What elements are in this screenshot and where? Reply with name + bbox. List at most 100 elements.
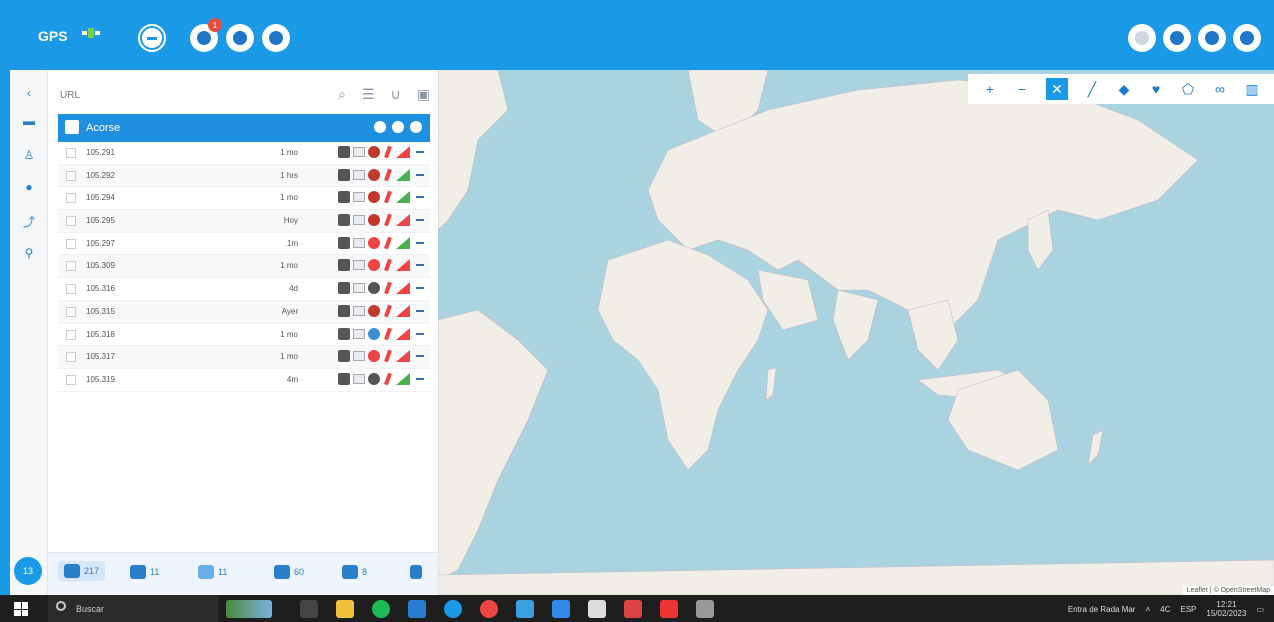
- driver-icon[interactable]: [338, 282, 350, 295]
- notifications-button[interactable]: 1: [190, 18, 222, 52]
- trailer-icon[interactable]: [353, 215, 365, 226]
- circle-icon[interactable]: ●: [22, 180, 36, 194]
- zoom-in-icon[interactable]: +: [982, 81, 998, 97]
- minus-icon[interactable]: [392, 121, 404, 133]
- app-red-icon[interactable]: [624, 600, 642, 618]
- search-icon[interactable]: ⌕: [338, 86, 346, 103]
- tag-icon[interactable]: ◆: [1116, 81, 1132, 97]
- table-row[interactable]: 105.291 1 mo: [58, 142, 430, 165]
- engine-icon[interactable]: [368, 146, 380, 158]
- more-icon[interactable]: [416, 355, 424, 358]
- more-icon[interactable]: [416, 287, 424, 290]
- documents-button[interactable]: [226, 24, 254, 52]
- trailer-icon[interactable]: [353, 373, 365, 384]
- minus-circle-button[interactable]: [138, 24, 166, 52]
- more-icon[interactable]: [416, 241, 424, 244]
- more-icon[interactable]: [416, 309, 424, 312]
- app-icon[interactable]: [516, 600, 534, 618]
- driver-icon[interactable]: [338, 327, 350, 340]
- pin-icon[interactable]: ♥: [1148, 81, 1164, 97]
- row-checkbox[interactable]: [66, 374, 76, 385]
- driver-icon[interactable]: [338, 168, 350, 181]
- trailer-icon[interactable]: [353, 305, 365, 316]
- store-icon[interactable]: [588, 600, 606, 618]
- row-checkbox[interactable]: [66, 261, 76, 272]
- engine-icon[interactable]: [368, 168, 380, 181]
- add-group-icon[interactable]: ▣: [417, 86, 430, 103]
- up-arrow-icon[interactable]: ˄: [1145, 605, 1150, 614]
- group-checkbox[interactable]: [65, 120, 79, 134]
- table-row[interactable]: 105.317 1 mo: [58, 346, 430, 369]
- more-icon[interactable]: [416, 196, 424, 199]
- more-icon[interactable]: [416, 173, 424, 176]
- group-header[interactable]: Acorse: [58, 114, 430, 142]
- gps-icon[interactable]: [383, 214, 393, 226]
- signal-icon[interactable]: [396, 372, 410, 385]
- driver-icon[interactable]: [338, 146, 350, 158]
- trailer-icon[interactable]: [353, 260, 365, 271]
- task-view-icon[interactable]: [300, 600, 318, 618]
- gps-icon[interactable]: [383, 237, 393, 249]
- driver-icon[interactable]: [338, 236, 350, 249]
- account-button[interactable]: [1163, 24, 1191, 52]
- trailer-icon[interactable]: [353, 237, 365, 248]
- footer-settings[interactable]: [410, 565, 422, 579]
- windows-start-icon[interactable]: [14, 602, 28, 616]
- logout-button[interactable]: [1233, 24, 1261, 52]
- row-checkbox[interactable]: [66, 329, 76, 340]
- driver-icon[interactable]: [338, 372, 350, 385]
- row-checkbox[interactable]: [66, 148, 76, 158]
- engine-icon[interactable]: [368, 236, 380, 249]
- lang-text[interactable]: ESP: [1180, 605, 1196, 614]
- binoculars-icon[interactable]: ∞: [1212, 81, 1228, 97]
- row-checkbox[interactable]: [66, 193, 76, 204]
- news-widget-icon[interactable]: [226, 600, 272, 618]
- more-icon[interactable]: [416, 332, 424, 335]
- file-explorer-icon[interactable]: [336, 600, 354, 618]
- signal-icon[interactable]: [396, 214, 410, 227]
- tools-icon[interactable]: ✕: [1046, 78, 1068, 100]
- table-row[interactable]: 105.297 1m: [58, 233, 430, 256]
- chat-button[interactable]: [1128, 24, 1156, 52]
- signal-icon[interactable]: [396, 191, 410, 204]
- magnet-icon[interactable]: ∪: [391, 86, 401, 103]
- gps-icon[interactable]: [383, 191, 393, 203]
- app-icon-2[interactable]: [660, 600, 678, 618]
- driver-icon[interactable]: [338, 191, 350, 204]
- engine-icon[interactable]: [368, 259, 380, 272]
- row-checkbox[interactable]: [66, 170, 76, 181]
- notifications-icon[interactable]: ▭: [1256, 605, 1264, 614]
- trailer-icon[interactable]: [353, 192, 365, 203]
- table-row[interactable]: 105.316 4d: [58, 278, 430, 301]
- engine-icon[interactable]: [368, 214, 380, 227]
- signal-icon[interactable]: [396, 259, 410, 272]
- table-row[interactable]: 105.292 1 hrs: [58, 164, 430, 188]
- signal-icon[interactable]: [396, 168, 410, 181]
- row-checkbox[interactable]: [66, 352, 76, 363]
- gps-icon[interactable]: [383, 373, 393, 385]
- gps-icon[interactable]: [383, 328, 393, 340]
- folder-button[interactable]: [1198, 24, 1226, 52]
- map-attribution[interactable]: Leaflet | © OpenStreetMap: [1182, 586, 1274, 595]
- person-icon[interactable]: [374, 121, 386, 133]
- word-icon[interactable]: [408, 600, 426, 618]
- trailer-icon[interactable]: [353, 351, 365, 362]
- clock[interactable]: 12:21 15/02/2023: [1206, 600, 1246, 618]
- engine-icon[interactable]: [368, 327, 380, 340]
- map-view[interactable]: + − ✕ ╱ ◆ ♥ ⬠ ∞ ▥ Leaflet | © OpenStreet…: [438, 70, 1274, 595]
- vehicle-icon[interactable]: ▬: [22, 114, 36, 128]
- footer-events[interactable]: 11: [130, 565, 159, 579]
- footer-reports[interactable]: 8: [342, 565, 367, 579]
- driver-icon[interactable]: [338, 304, 350, 317]
- trailer-icon[interactable]: [353, 328, 365, 339]
- signal-icon[interactable]: [396, 304, 410, 317]
- gps-icon[interactable]: [383, 305, 393, 317]
- more-icon[interactable]: [416, 264, 424, 267]
- route-icon[interactable]: ⤴: [22, 214, 36, 229]
- signal-icon[interactable]: [396, 236, 410, 249]
- trailer-icon[interactable]: [353, 169, 365, 180]
- polygon-icon[interactable]: ⬠: [1180, 81, 1196, 97]
- more-icon[interactable]: [416, 219, 424, 222]
- row-checkbox[interactable]: [66, 306, 76, 317]
- table-row[interactable]: 105.319 4m: [58, 369, 430, 392]
